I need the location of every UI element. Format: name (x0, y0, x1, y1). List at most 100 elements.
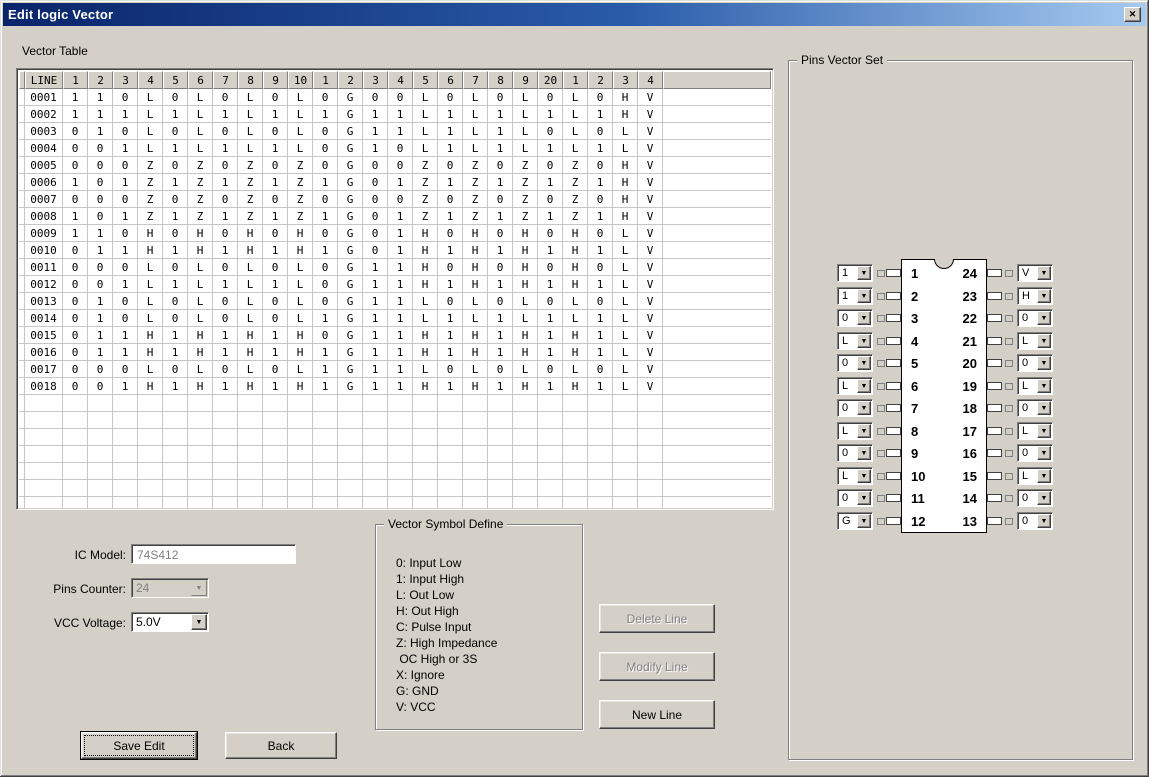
chevron-down-icon[interactable]: ▼ (1037, 514, 1051, 528)
pin-value-combo[interactable]: V▼ (1017, 264, 1053, 282)
pin-value-combo[interactable]: 0▼ (1017, 512, 1053, 530)
pin-value-combo[interactable]: 1▼ (837, 287, 873, 305)
pin-value-combo[interactable]: 0▼ (837, 444, 873, 462)
table-row[interactable]: 0004001L1L1L1L0G10L1L1L1L1LV (19, 140, 771, 157)
pin-value-combo[interactable]: 0▼ (1017, 444, 1053, 462)
pin-value-combo[interactable]: 1▼ (837, 264, 873, 282)
table-row[interactable]: 0012001L1L1L1L0G11H1H1H1H1LV (19, 276, 771, 293)
chevron-down-icon[interactable]: ▼ (857, 514, 871, 528)
vector-value-cell: 0 (363, 157, 388, 174)
table-row[interactable]: 0017000L0L0L0L1G11L0L0L0L0LV (19, 361, 771, 378)
chevron-down-icon[interactable]: ▼ (857, 289, 871, 303)
pin-value-combo[interactable]: 0▼ (1017, 354, 1053, 372)
dialog-edit-logic-vector: Edit logic Vector ✕ Vector Table LINE123… (0, 0, 1149, 777)
chevron-down-icon[interactable]: ▼ (1037, 334, 1051, 348)
vector-value-cell: 0 (113, 259, 138, 276)
table-row[interactable]: 0009110H0H0H0H0G01H0H0H0H0LV (19, 225, 771, 242)
chip-pin-number: 21 (951, 334, 977, 350)
pin-stub (987, 427, 1002, 435)
pin-value-combo[interactable]: G▼ (837, 512, 873, 530)
vector-value-cell: L (513, 140, 538, 157)
chevron-down-icon[interactable]: ▼ (857, 379, 871, 393)
vector-value-cell: 1 (88, 327, 113, 344)
table-row[interactable]: 0001110L0L0L0L0G00L0L0L0L0HV (19, 89, 771, 106)
vector-value-cell: L (138, 106, 163, 123)
pin-value-combo[interactable]: 0▼ (837, 489, 873, 507)
vector-value-cell: Z (563, 157, 588, 174)
chevron-down-icon[interactable]: ▼ (191, 614, 207, 630)
delete-line-button[interactable]: Delete Line (599, 604, 715, 633)
vector-value-cell (113, 463, 138, 480)
chevron-down-icon[interactable]: ▼ (1037, 491, 1051, 505)
pin-combo-value: 0 (1022, 492, 1028, 505)
table-row[interactable]: 0013010L0L0L0L0G11L0L0L0L0LV (19, 293, 771, 310)
save-edit-button[interactable]: Save Edit (81, 732, 197, 759)
chevron-down-icon[interactable]: ▼ (857, 446, 871, 460)
pin-value-combo[interactable]: H▼ (1017, 287, 1053, 305)
table-row[interactable]: 0014010L0L0L0L1G11L1L1L1L1LV (19, 310, 771, 327)
table-row[interactable]: 0006101Z1Z1Z1Z1G01Z1Z1Z1Z1HV (19, 174, 771, 191)
pin-value-combo[interactable]: L▼ (837, 422, 873, 440)
chevron-down-icon[interactable]: ▼ (857, 424, 871, 438)
chevron-down-icon[interactable]: ▼ (1037, 266, 1051, 280)
chevron-down-icon[interactable]: ▼ (1037, 424, 1051, 438)
chevron-down-icon[interactable]: ▼ (857, 469, 871, 483)
new-line-button[interactable]: New Line (599, 700, 715, 729)
title-bar[interactable]: Edit logic Vector ✕ (3, 3, 1146, 26)
table-row[interactable]: 0008101Z1Z1Z1Z1G01Z1Z1Z1Z1HV (19, 208, 771, 225)
vector-value-cell: 0 (63, 310, 88, 327)
pin-value-combo[interactable]: 0▼ (1017, 489, 1053, 507)
vector-value-cell (288, 497, 313, 510)
modify-line-button[interactable]: Modify Line (599, 652, 715, 681)
table-row[interactable]: 0015011H1H1H1H0G11H1H1H1H1LV (19, 327, 771, 344)
chevron-down-icon[interactable]: ▼ (1037, 469, 1051, 483)
vector-value-cell: H (413, 327, 438, 344)
pin-value-combo[interactable]: L▼ (1017, 422, 1053, 440)
table-row[interactable]: 0010011H1H1H1H1G01H1H1H1H1LV (19, 242, 771, 259)
chevron-down-icon[interactable]: ▼ (191, 580, 207, 596)
pin-value-combo[interactable]: L▼ (1017, 332, 1053, 350)
pin-value-combo[interactable]: L▼ (837, 377, 873, 395)
chevron-down-icon[interactable]: ▼ (857, 356, 871, 370)
pin-value-combo[interactable]: 0▼ (1017, 309, 1053, 327)
table-row[interactable]: 0005000Z0Z0Z0Z0G00Z0Z0Z0Z0HV (19, 157, 771, 174)
table-row[interactable]: 0007000Z0Z0Z0Z0G00Z0Z0Z0Z0HV (19, 191, 771, 208)
chevron-down-icon[interactable]: ▼ (857, 311, 871, 325)
chevron-down-icon[interactable]: ▼ (857, 401, 871, 415)
pin-value-combo[interactable]: 0▼ (1017, 399, 1053, 417)
pin-value-combo[interactable]: L▼ (1017, 467, 1053, 485)
ic-model-field[interactable]: 74S412 (131, 544, 296, 564)
pin-value-combo[interactable]: L▼ (837, 467, 873, 485)
chevron-down-icon[interactable]: ▼ (857, 334, 871, 348)
pin-value-combo[interactable]: 0▼ (837, 399, 873, 417)
pin-value-combo[interactable]: 0▼ (837, 354, 873, 372)
pins-counter-combo[interactable]: 24 ▼ (131, 578, 209, 598)
chevron-down-icon[interactable]: ▼ (1037, 446, 1051, 460)
table-row[interactable]: 0002111L1L1L1L1G11L1L1L1L1HV (19, 106, 771, 123)
chevron-down-icon[interactable]: ▼ (1037, 356, 1051, 370)
vector-value-cell: 1 (213, 208, 238, 225)
vector-value-cell: 1 (213, 344, 238, 361)
chevron-down-icon[interactable]: ▼ (1037, 289, 1051, 303)
table-row[interactable]: 0003010L0L0L0L0G11L1L1L0L0LV (19, 123, 771, 140)
chevron-down-icon[interactable]: ▼ (1037, 379, 1051, 393)
chevron-down-icon[interactable]: ▼ (1037, 311, 1051, 325)
pin-value-combo[interactable]: 0▼ (837, 309, 873, 327)
table-row[interactable]: 0016011H1H1H1H1G11H1H1H1H1LV (19, 344, 771, 361)
pin-value-combo[interactable]: L▼ (837, 332, 873, 350)
pin-combo-value: L (842, 380, 848, 393)
chevron-down-icon[interactable]: ▼ (857, 491, 871, 505)
vector-value-cell: H (513, 276, 538, 293)
vector-value-cell (88, 463, 113, 480)
pin-value-combo[interactable]: L▼ (1017, 377, 1053, 395)
back-button[interactable]: Back (225, 732, 337, 759)
chevron-down-icon[interactable]: ▼ (857, 266, 871, 280)
close-button[interactable]: ✕ (1124, 7, 1141, 22)
vcc-voltage-combo[interactable]: 5.0V ▼ (131, 612, 209, 632)
row-filler-cell (663, 89, 771, 106)
vector-value-cell (588, 395, 613, 412)
table-row[interactable]: 0018001H1H1H1H1G11H1H1H1H1LV (19, 378, 771, 395)
vector-value-cell: 1 (488, 276, 513, 293)
table-row[interactable]: 0011000L0L0L0L0G11H0H0H0H0LV (19, 259, 771, 276)
chevron-down-icon[interactable]: ▼ (1037, 401, 1051, 415)
